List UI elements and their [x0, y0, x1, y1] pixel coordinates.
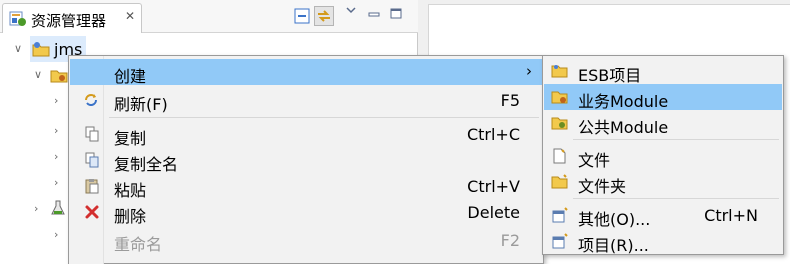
menu-item-paste[interactable]: 粘贴 Ctrl+V	[70, 173, 542, 200]
collapse-all-icon[interactable]	[292, 6, 312, 26]
submenu-arrow-icon: ›	[526, 62, 532, 80]
flask-icon	[50, 200, 66, 216]
tab-resource-explorer[interactable]: 资源管理器 ✕	[2, 3, 142, 33]
common-module-icon	[551, 115, 568, 131]
menu-item-rename[interactable]: 重命名 F2	[70, 227, 542, 254]
project-wizard-icon	[552, 233, 568, 249]
tab-title: 资源管理器	[31, 12, 107, 30]
refresh-icon	[83, 92, 99, 108]
close-tab-icon[interactable]: ✕	[125, 9, 135, 23]
minimize-icon[interactable]	[366, 6, 386, 26]
submenu-item-label: 文件夹	[578, 177, 627, 196]
menu-item-shortcut: Ctrl+C	[466, 125, 520, 144]
view-tab-bar: 资源管理器 ✕	[0, 0, 418, 33]
menu-separator	[109, 117, 539, 118]
folder-icon	[551, 63, 568, 79]
view-menu-icon[interactable]	[344, 4, 364, 24]
folder-icon	[551, 174, 568, 190]
create-submenu: ESB项目 业务Module 公共Module 文件 文件夹 其他(O)... …	[542, 55, 784, 255]
menu-item-label: 粘贴	[114, 181, 147, 200]
expand-toggle[interactable]: ›	[54, 150, 58, 163]
submenu-item-other[interactable]: 其他(O)... Ctrl+N	[544, 202, 782, 229]
submenu-item-label: ESB项目	[578, 66, 642, 85]
menu-item-label: 删除	[114, 207, 147, 226]
menu-item-shortcut: Delete	[467, 203, 520, 222]
menu-item-shortcut: Ctrl+V	[467, 177, 520, 196]
view-toolbar	[292, 6, 412, 28]
menu-item-shortcut: F5	[500, 91, 520, 110]
copy-qualified-name-icon	[84, 152, 100, 168]
menu-item-copy-qualified-name[interactable]: 复制全名	[70, 147, 542, 174]
context-menu: 创建 › 刷新(F) F5 复制 Ctrl+C 复制全名 粘贴 Ctrl+V 删…	[68, 55, 544, 264]
submenu-separator	[573, 139, 779, 140]
delete-icon	[84, 204, 100, 220]
submenu-item-label: 业务Module	[578, 92, 669, 111]
expand-toggle[interactable]: ›	[54, 94, 58, 107]
submenu-item-label: 公共Module	[578, 118, 669, 137]
menu-item-label: 刷新(F)	[114, 95, 168, 114]
resource-explorer-icon	[9, 10, 27, 28]
file-icon	[552, 148, 567, 164]
submenu-item-folder[interactable]: 文件夹	[544, 169, 782, 196]
menu-item-shortcut: F2	[500, 231, 520, 250]
submenu-item-common-module[interactable]: 公共Module	[544, 110, 782, 137]
expand-toggle[interactable]: ›	[54, 176, 58, 189]
project-folder-icon	[32, 40, 50, 58]
submenu-item-label: 文件	[578, 151, 611, 170]
submenu-item-file[interactable]: 文件	[544, 143, 782, 170]
submenu-separator	[573, 198, 779, 199]
submenu-item-esb-project[interactable]: ESB项目	[544, 58, 782, 85]
expand-toggle[interactable]: ›	[54, 124, 58, 137]
expand-toggle[interactable]: ›	[54, 228, 58, 241]
menu-item-create[interactable]: 创建 ›	[70, 59, 542, 86]
submenu-item-label: 项目(R)...	[578, 236, 649, 255]
expand-toggle[interactable]: ›	[34, 202, 38, 215]
link-with-editor-icon[interactable]	[314, 6, 334, 26]
submenu-item-shortcut: Ctrl+N	[704, 206, 758, 225]
menu-item-label: 创建	[114, 67, 147, 86]
copy-icon	[84, 126, 100, 142]
submenu-item-project[interactable]: 项目(R)...	[544, 228, 782, 255]
module-folder-icon	[50, 66, 68, 84]
menu-item-refresh[interactable]: 刷新(F) F5	[70, 87, 542, 114]
paste-icon	[84, 178, 100, 194]
menu-item-label: 复制	[114, 129, 147, 148]
submenu-item-business-module[interactable]: 业务Module	[544, 84, 782, 111]
expand-toggle[interactable]: ∨	[14, 42, 22, 55]
menu-item-label: 重命名	[114, 235, 163, 254]
other-wizard-icon	[552, 207, 568, 223]
menu-item-label: 复制全名	[114, 155, 179, 174]
expand-toggle[interactable]: ∨	[34, 68, 42, 81]
submenu-item-label: 其他(O)...	[578, 210, 651, 229]
business-module-icon	[551, 89, 568, 105]
menu-item-delete[interactable]: 删除 Delete	[70, 199, 542, 226]
maximize-icon[interactable]	[388, 6, 408, 26]
menu-item-copy[interactable]: 复制 Ctrl+C	[70, 121, 542, 148]
